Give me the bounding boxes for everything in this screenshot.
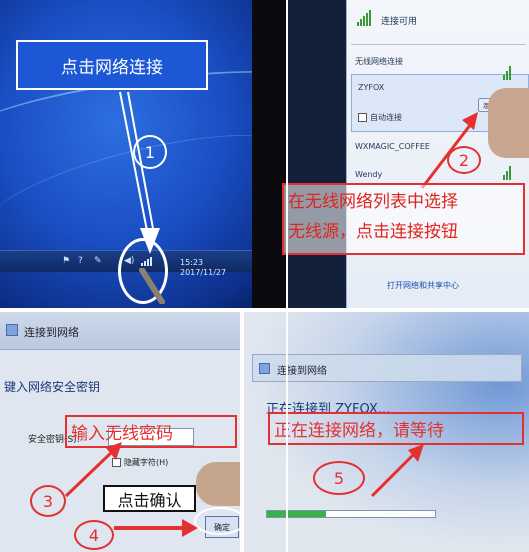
progress-fill: [267, 511, 326, 517]
finger: [196, 462, 240, 506]
open-network-center-link[interactable]: 打开网络和共享中心: [387, 280, 459, 291]
instruction-wait: 正在连接网络，请等待: [268, 412, 524, 445]
signal-icon: [503, 66, 511, 80]
network-ssid: ZYFOX: [358, 83, 385, 92]
connection-progress-bar: [266, 510, 436, 518]
auto-connect-checkbox[interactable]: [358, 113, 367, 122]
dialog-titlebar: 连接到网络: [0, 312, 240, 350]
clock-date: 2017/11/27: [180, 268, 227, 277]
step-2-badge: 2: [447, 146, 481, 174]
tutorial-collage: ⚑ ? ✎ ◀) 15:23 2017/11/27 点击网络连接 1 连接可用: [0, 0, 529, 552]
signal-icon: [503, 166, 511, 180]
step-4-badge: 4: [74, 520, 114, 550]
step-3-badge: 3: [30, 485, 66, 517]
panel-divider: [240, 312, 244, 552]
tray-flag-icon[interactable]: ⚑: [62, 256, 70, 266]
callout-click-ok: 点击确认: [103, 485, 196, 512]
panel-divider: [286, 0, 288, 552]
step-5-badge: 5: [313, 461, 365, 495]
network-flyout-panel: 连接可用 无线网络连接 ZYFOX 自动连接 连接 WXMAGIC_COFFEE…: [288, 0, 529, 308]
dialog-title: 连接到网络: [24, 326, 79, 339]
network-icon: [259, 363, 270, 374]
monitor-bezel: [252, 0, 286, 308]
network-ssid[interactable]: Wendy: [355, 170, 382, 179]
instruction-select-network: 在无线网络列表中选择 无线源，点击连接按钮: [282, 183, 525, 255]
hide-characters-checkbox[interactable]: [112, 458, 121, 467]
network-ssid[interactable]: WXMAGIC_COFFEE: [355, 142, 430, 151]
instruction-line: 在无线网络列表中选择: [288, 192, 458, 212]
callout-network-connection: 点击网络连接: [16, 40, 208, 90]
dialog-title: 连接到网络: [277, 366, 327, 377]
dialog-prompt: 键入网络安全密钥: [4, 380, 101, 394]
tray-help-icon[interactable]: ?: [78, 256, 83, 266]
highlight-ring: [118, 238, 168, 304]
network-icon: [6, 324, 18, 336]
dialog-titlebar: 连接到网络: [252, 354, 522, 382]
tray-pen-icon[interactable]: ✎: [94, 256, 102, 266]
auto-connect-label: 自动连接: [370, 113, 402, 122]
clock-time: 15:23: [180, 258, 204, 267]
hide-characters-label: 隐藏字符(H): [124, 458, 169, 467]
finger: [488, 88, 529, 158]
instruction-enter-password: 输入无线密码: [65, 415, 237, 448]
divider: [351, 44, 526, 45]
highlight-ring: [194, 507, 246, 535]
step-1-badge: 1: [133, 135, 167, 169]
section-label: 无线网络连接: [355, 57, 403, 66]
panel-divider: [0, 308, 529, 312]
clock[interactable]: 15:23 2017/11/27: [180, 258, 226, 278]
flyout-header: 连接可用: [381, 17, 418, 27]
signal-strong-icon: [357, 10, 371, 26]
instruction-line: 无线源，点击连接按钮: [288, 222, 458, 242]
